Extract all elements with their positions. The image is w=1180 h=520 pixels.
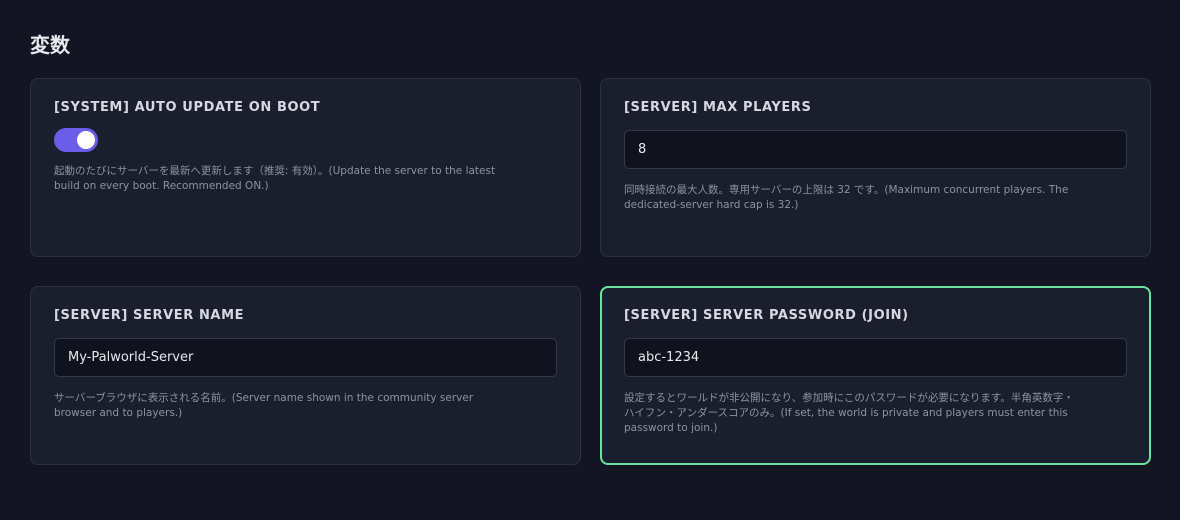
variable-card-server-password: [SERVER] SERVER PASSWORD (JOIN) 設定するとワール…: [600, 286, 1151, 465]
server-name-input[interactable]: [54, 338, 557, 377]
toggle-knob: [77, 131, 95, 149]
variable-label: [SERVER] SERVER PASSWORD (JOIN): [624, 308, 909, 323]
variable-help-text: サーバーブラウザに表示される名前。(Server name shown in t…: [54, 392, 474, 419]
max-players-input[interactable]: [624, 130, 1127, 169]
server-password-input[interactable]: [624, 338, 1127, 377]
variables-grid: [SYSTEM] AUTO UPDATE ON BOOT 起動のたびにサーバーを…: [30, 78, 1151, 465]
variable-label: [SERVER] MAX PLAYERS: [624, 100, 812, 115]
page-title: 変数: [30, 33, 70, 57]
variable-help-text: 同時接続の最大人数。専用サーバーの上限は 32 です。(Maximum conc…: [624, 184, 1069, 211]
variable-help-text: 起動のたびにサーバーを最新へ更新します（推奨: 有効）。(Update the …: [54, 165, 496, 192]
variables-page: 変数 [SYSTEM] AUTO UPDATE ON BOOT 起動のたびにサー…: [0, 0, 1180, 520]
auto-update-toggle[interactable]: [54, 128, 98, 152]
variable-card-max-players: [SERVER] MAX PLAYERS 同時接続の最大人数。専用サーバーの上限…: [600, 78, 1151, 257]
variable-label: [SYSTEM] AUTO UPDATE ON BOOT: [54, 100, 321, 115]
variable-help-text: 設定するとワールドが非公開になり、参加時にこのパスワードが必要になります。半角英…: [624, 392, 1074, 434]
variable-card-auto-update: [SYSTEM] AUTO UPDATE ON BOOT 起動のたびにサーバーを…: [30, 78, 581, 257]
variable-label: [SERVER] SERVER NAME: [54, 308, 245, 323]
variable-card-server-name: [SERVER] SERVER NAME サーバーブラウザに表示される名前。(S…: [30, 286, 581, 465]
